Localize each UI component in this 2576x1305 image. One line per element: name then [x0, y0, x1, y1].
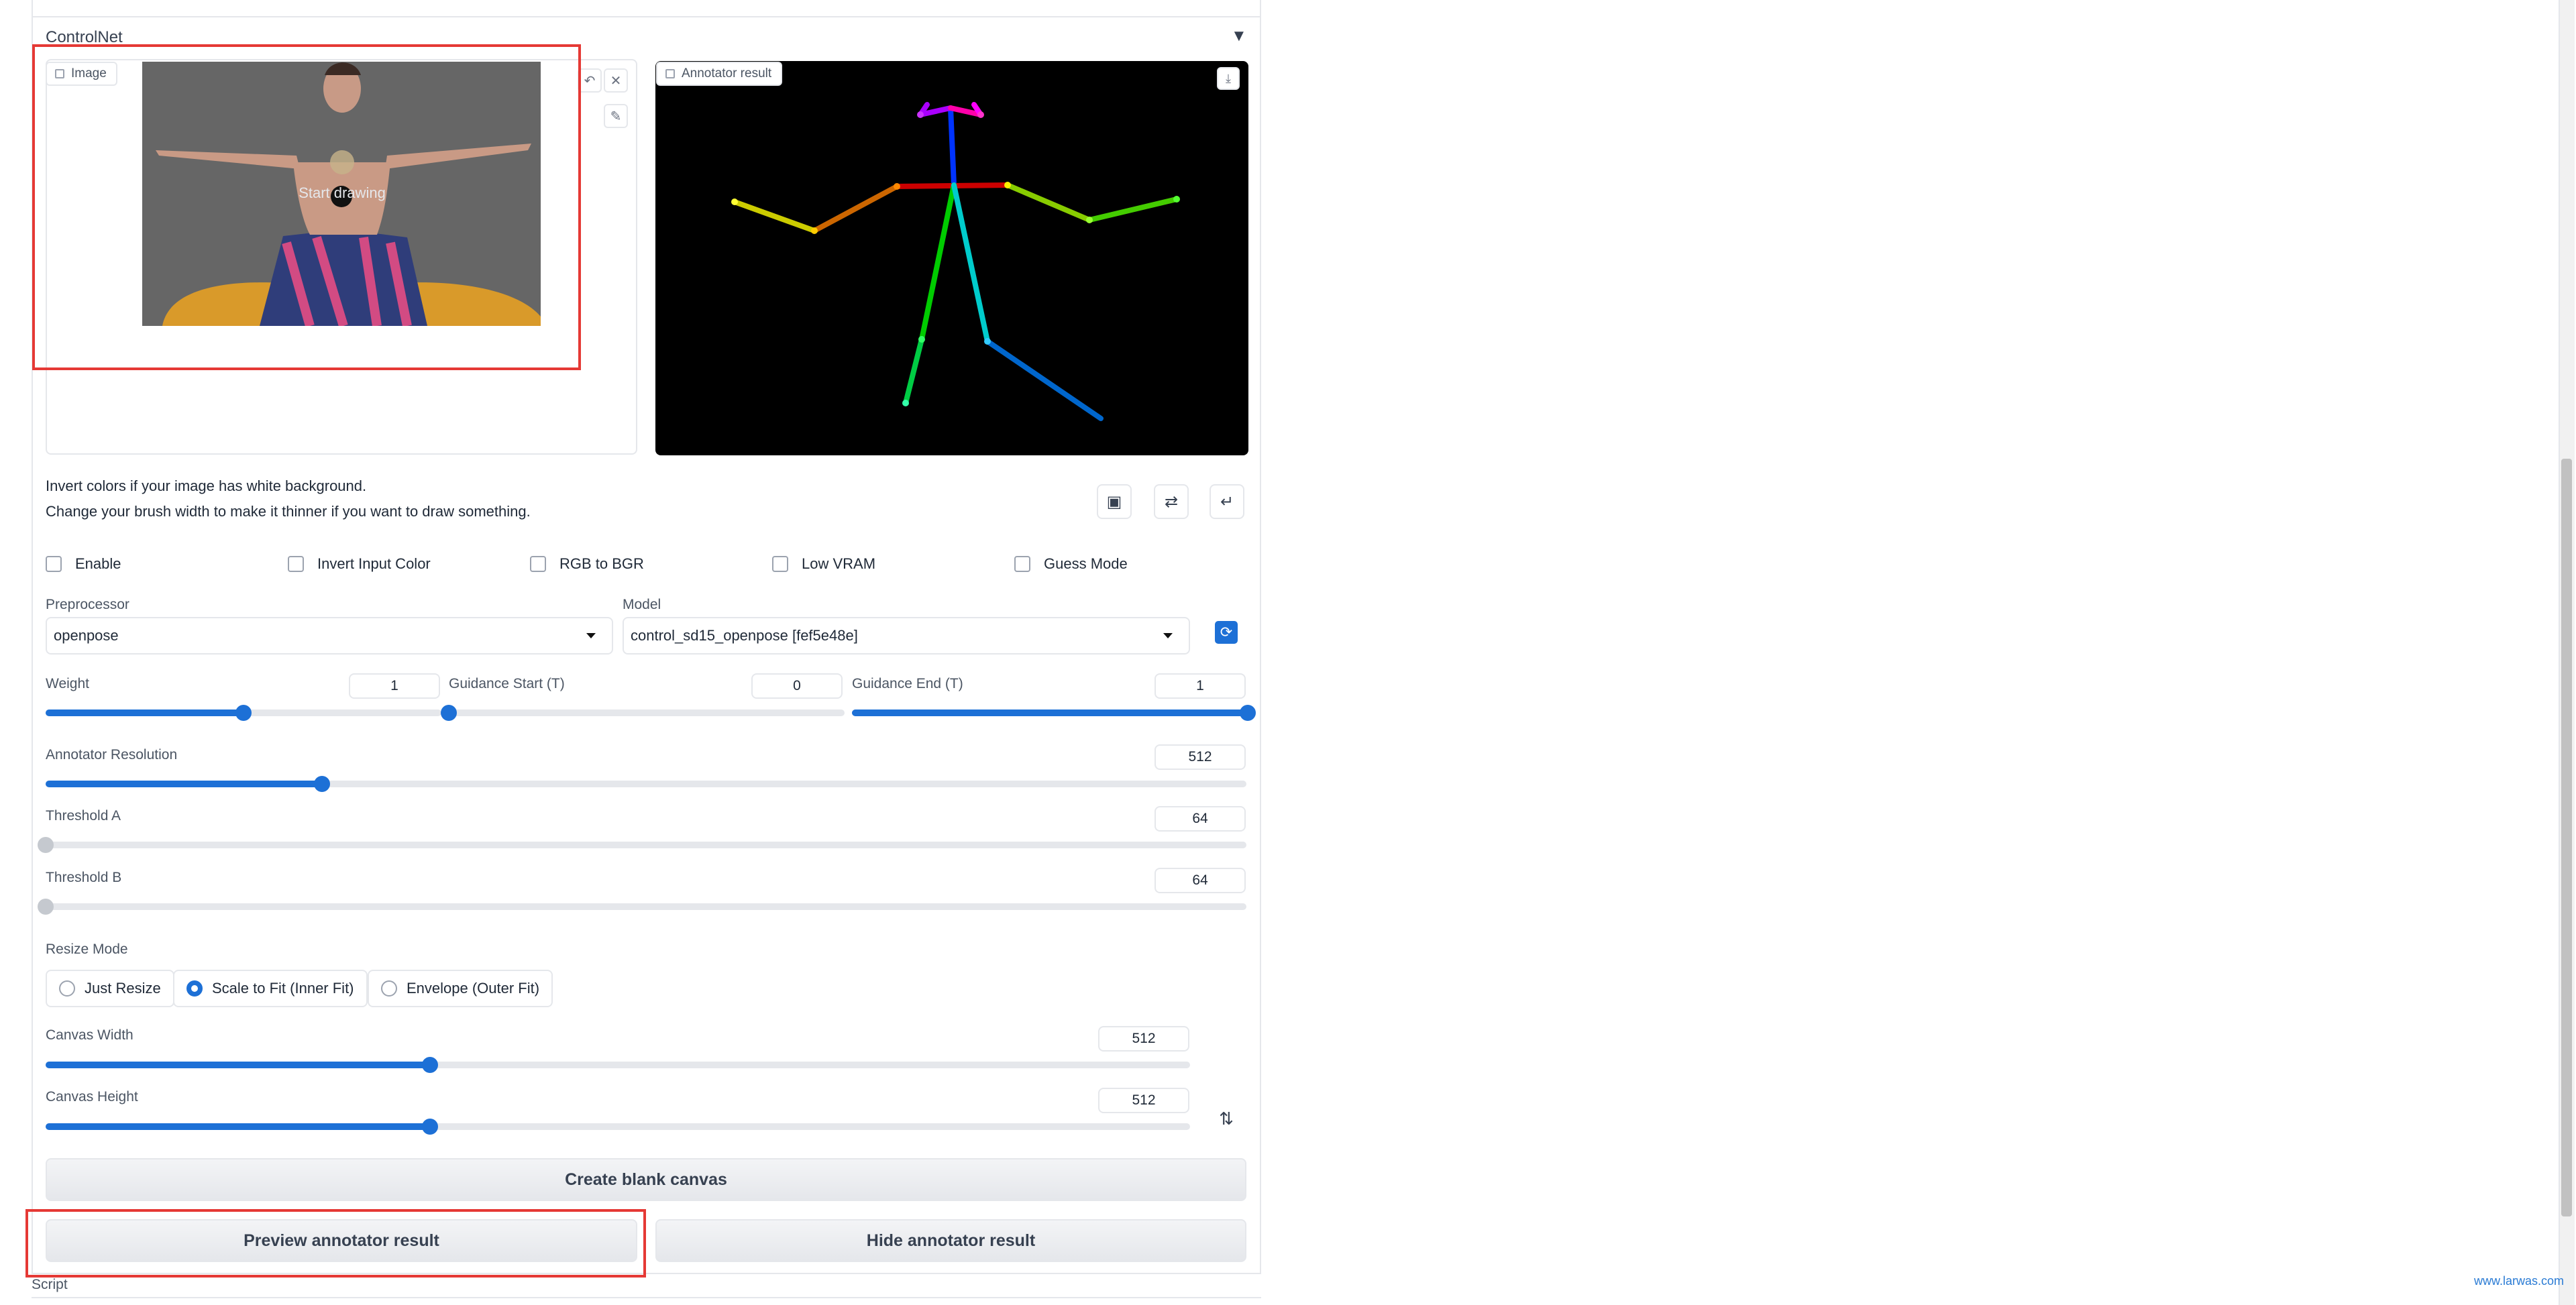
- checkbox-guess-mode[interactable]: Guess Mode: [1014, 555, 1128, 573]
- slider-thumb[interactable]: [1240, 705, 1256, 721]
- guidance-end-slider[interactable]: [852, 705, 1256, 721]
- threshold-a-input[interactable]: 64: [1155, 806, 1246, 832]
- brush-icon[interactable]: ✎: [604, 104, 628, 128]
- info-invert: Invert colors if your image has white ba…: [46, 477, 367, 494]
- checkbox-label: RGB to BGR: [559, 555, 644, 572]
- checkbox-label: Enable: [75, 555, 121, 572]
- threshold-b-slider[interactable]: [38, 899, 1246, 915]
- canvas-width-label: Canvas Width: [46, 1027, 133, 1043]
- swap-icon[interactable]: ⇄: [1154, 484, 1189, 519]
- slider-thumb[interactable]: [441, 705, 457, 721]
- preprocessor-select[interactable]: openpose: [46, 617, 613, 655]
- slider-thumb[interactable]: [38, 837, 54, 853]
- model-select[interactable]: control_sd15_openpose [fef5e48e]: [623, 617, 1190, 655]
- annotator-tag: Annotator result: [656, 62, 783, 86]
- preview-annotator-button[interactable]: Preview annotator result: [46, 1219, 637, 1262]
- slider-fill: [46, 1123, 431, 1130]
- watermark: www.larwas.com: [2474, 1274, 2565, 1288]
- checkbox-box[interactable]: [772, 556, 788, 572]
- checkbox-box[interactable]: [530, 556, 546, 572]
- checkbox-low-vram[interactable]: Low VRAM: [772, 555, 875, 573]
- guidance-end-input[interactable]: 1: [1155, 673, 1246, 699]
- resize-mode-label: Resize Mode: [46, 942, 128, 957]
- radio-label: Scale to Fit (Inner Fit): [212, 980, 354, 997]
- slider-fill: [46, 781, 322, 787]
- preprocessor-label: Preprocessor: [46, 597, 129, 612]
- checkbox-label: Invert Input Color: [317, 555, 431, 572]
- canvas-height-slider[interactable]: [46, 1119, 1190, 1135]
- canvas-width-slider[interactable]: [46, 1057, 1190, 1073]
- create-blank-canvas-button[interactable]: Create blank canvas: [46, 1158, 1246, 1201]
- annotator-resolution-slider[interactable]: [46, 776, 1246, 792]
- canvas-height-input[interactable]: 512: [1098, 1088, 1189, 1113]
- checkbox-box[interactable]: [1014, 556, 1030, 572]
- info-brush: Change your brush width to make it thinn…: [46, 503, 531, 520]
- slider-thumb[interactable]: [235, 705, 252, 721]
- radio-label: Just Resize: [85, 980, 161, 997]
- image-icon: [665, 69, 675, 78]
- collapse-toggle-icon[interactable]: ▼: [1231, 27, 1247, 46]
- undo-icon[interactable]: ↶: [578, 68, 602, 93]
- checkbox-enable[interactable]: Enable: [46, 555, 121, 573]
- slider-thumb[interactable]: [38, 899, 54, 915]
- start-drawing-text: Start drawing: [299, 184, 386, 201]
- divider: [32, 1297, 1261, 1298]
- guidance-start-label: Guidance Start (T): [449, 676, 565, 691]
- divider: [32, 16, 1261, 17]
- slider-thumb[interactable]: [313, 776, 330, 792]
- radio-circle[interactable]: [381, 980, 397, 997]
- slider-fill: [46, 1062, 431, 1068]
- script-label: Script: [32, 1277, 68, 1292]
- refresh-icon[interactable]: ⟳: [1215, 621, 1238, 644]
- image-icon: [55, 69, 64, 78]
- checkbox-box[interactable]: [46, 556, 62, 572]
- canvas-height-label: Canvas Height: [46, 1089, 138, 1104]
- camera-icon[interactable]: ▣: [1097, 484, 1132, 519]
- guidance-start-slider[interactable]: [441, 705, 845, 721]
- radio-label: Envelope (Outer Fit): [407, 980, 540, 997]
- threshold-b-label: Threshold B: [46, 870, 122, 885]
- slider-fill: [46, 710, 244, 716]
- scrollbar-thumb[interactable]: [2561, 459, 2572, 1216]
- checkbox-rgb-to-bgr[interactable]: RGB to BGR: [530, 555, 644, 573]
- guidance-start-input[interactable]: 0: [751, 673, 843, 699]
- preprocessor-value: openpose: [54, 627, 119, 644]
- guidance-end-label: Guidance End (T): [852, 676, 963, 691]
- swap-vertical-icon[interactable]: ⇅: [1211, 1103, 1242, 1134]
- chevron-down-icon: [586, 633, 596, 638]
- model-value: control_sd15_openpose [fef5e48e]: [631, 627, 858, 644]
- checkbox-label: Guess Mode: [1044, 555, 1128, 572]
- section-title: ControlNet: [46, 28, 123, 46]
- close-icon[interactable]: ✕: [604, 68, 628, 93]
- send-icon[interactable]: ↵: [1210, 484, 1244, 519]
- annotator-resolution-input[interactable]: 512: [1155, 744, 1246, 770]
- checkbox-box[interactable]: [288, 556, 304, 572]
- image-tag: Image: [46, 62, 117, 86]
- weight-slider[interactable]: [46, 705, 441, 721]
- radio-circle[interactable]: [59, 980, 75, 997]
- threshold-b-input[interactable]: 64: [1155, 868, 1246, 893]
- download-icon[interactable]: ⤓: [1217, 67, 1240, 90]
- weight-label: Weight: [46, 676, 89, 691]
- annotator-result-image: [655, 61, 1248, 455]
- chevron-down-icon: [1163, 633, 1173, 638]
- threshold-a-slider[interactable]: [38, 837, 1246, 853]
- weight-input[interactable]: 1: [349, 673, 440, 699]
- radio-just-resize[interactable]: Just Resize: [46, 970, 174, 1007]
- annotator-resolution-label: Annotator Resolution: [46, 747, 178, 762]
- annotator-tag-label: Annotator result: [682, 66, 772, 80]
- slider-fill: [852, 710, 1248, 716]
- checkbox-invert-input-color[interactable]: Invert Input Color: [288, 555, 431, 573]
- hide-annotator-button[interactable]: Hide annotator result: [655, 1219, 1246, 1262]
- threshold-a-label: Threshold A: [46, 808, 121, 824]
- image-tag-label: Image: [71, 66, 107, 80]
- checkbox-label: Low VRAM: [802, 555, 876, 572]
- model-label: Model: [623, 597, 661, 612]
- radio-scale-to-fit[interactable]: Scale to Fit (Inner Fit): [173, 970, 368, 1007]
- radio-circle-selected[interactable]: [186, 980, 203, 997]
- radio-envelope[interactable]: Envelope (Outer Fit): [368, 970, 553, 1007]
- pose-skeleton: [731, 102, 1180, 421]
- canvas-width-input[interactable]: 512: [1098, 1026, 1189, 1052]
